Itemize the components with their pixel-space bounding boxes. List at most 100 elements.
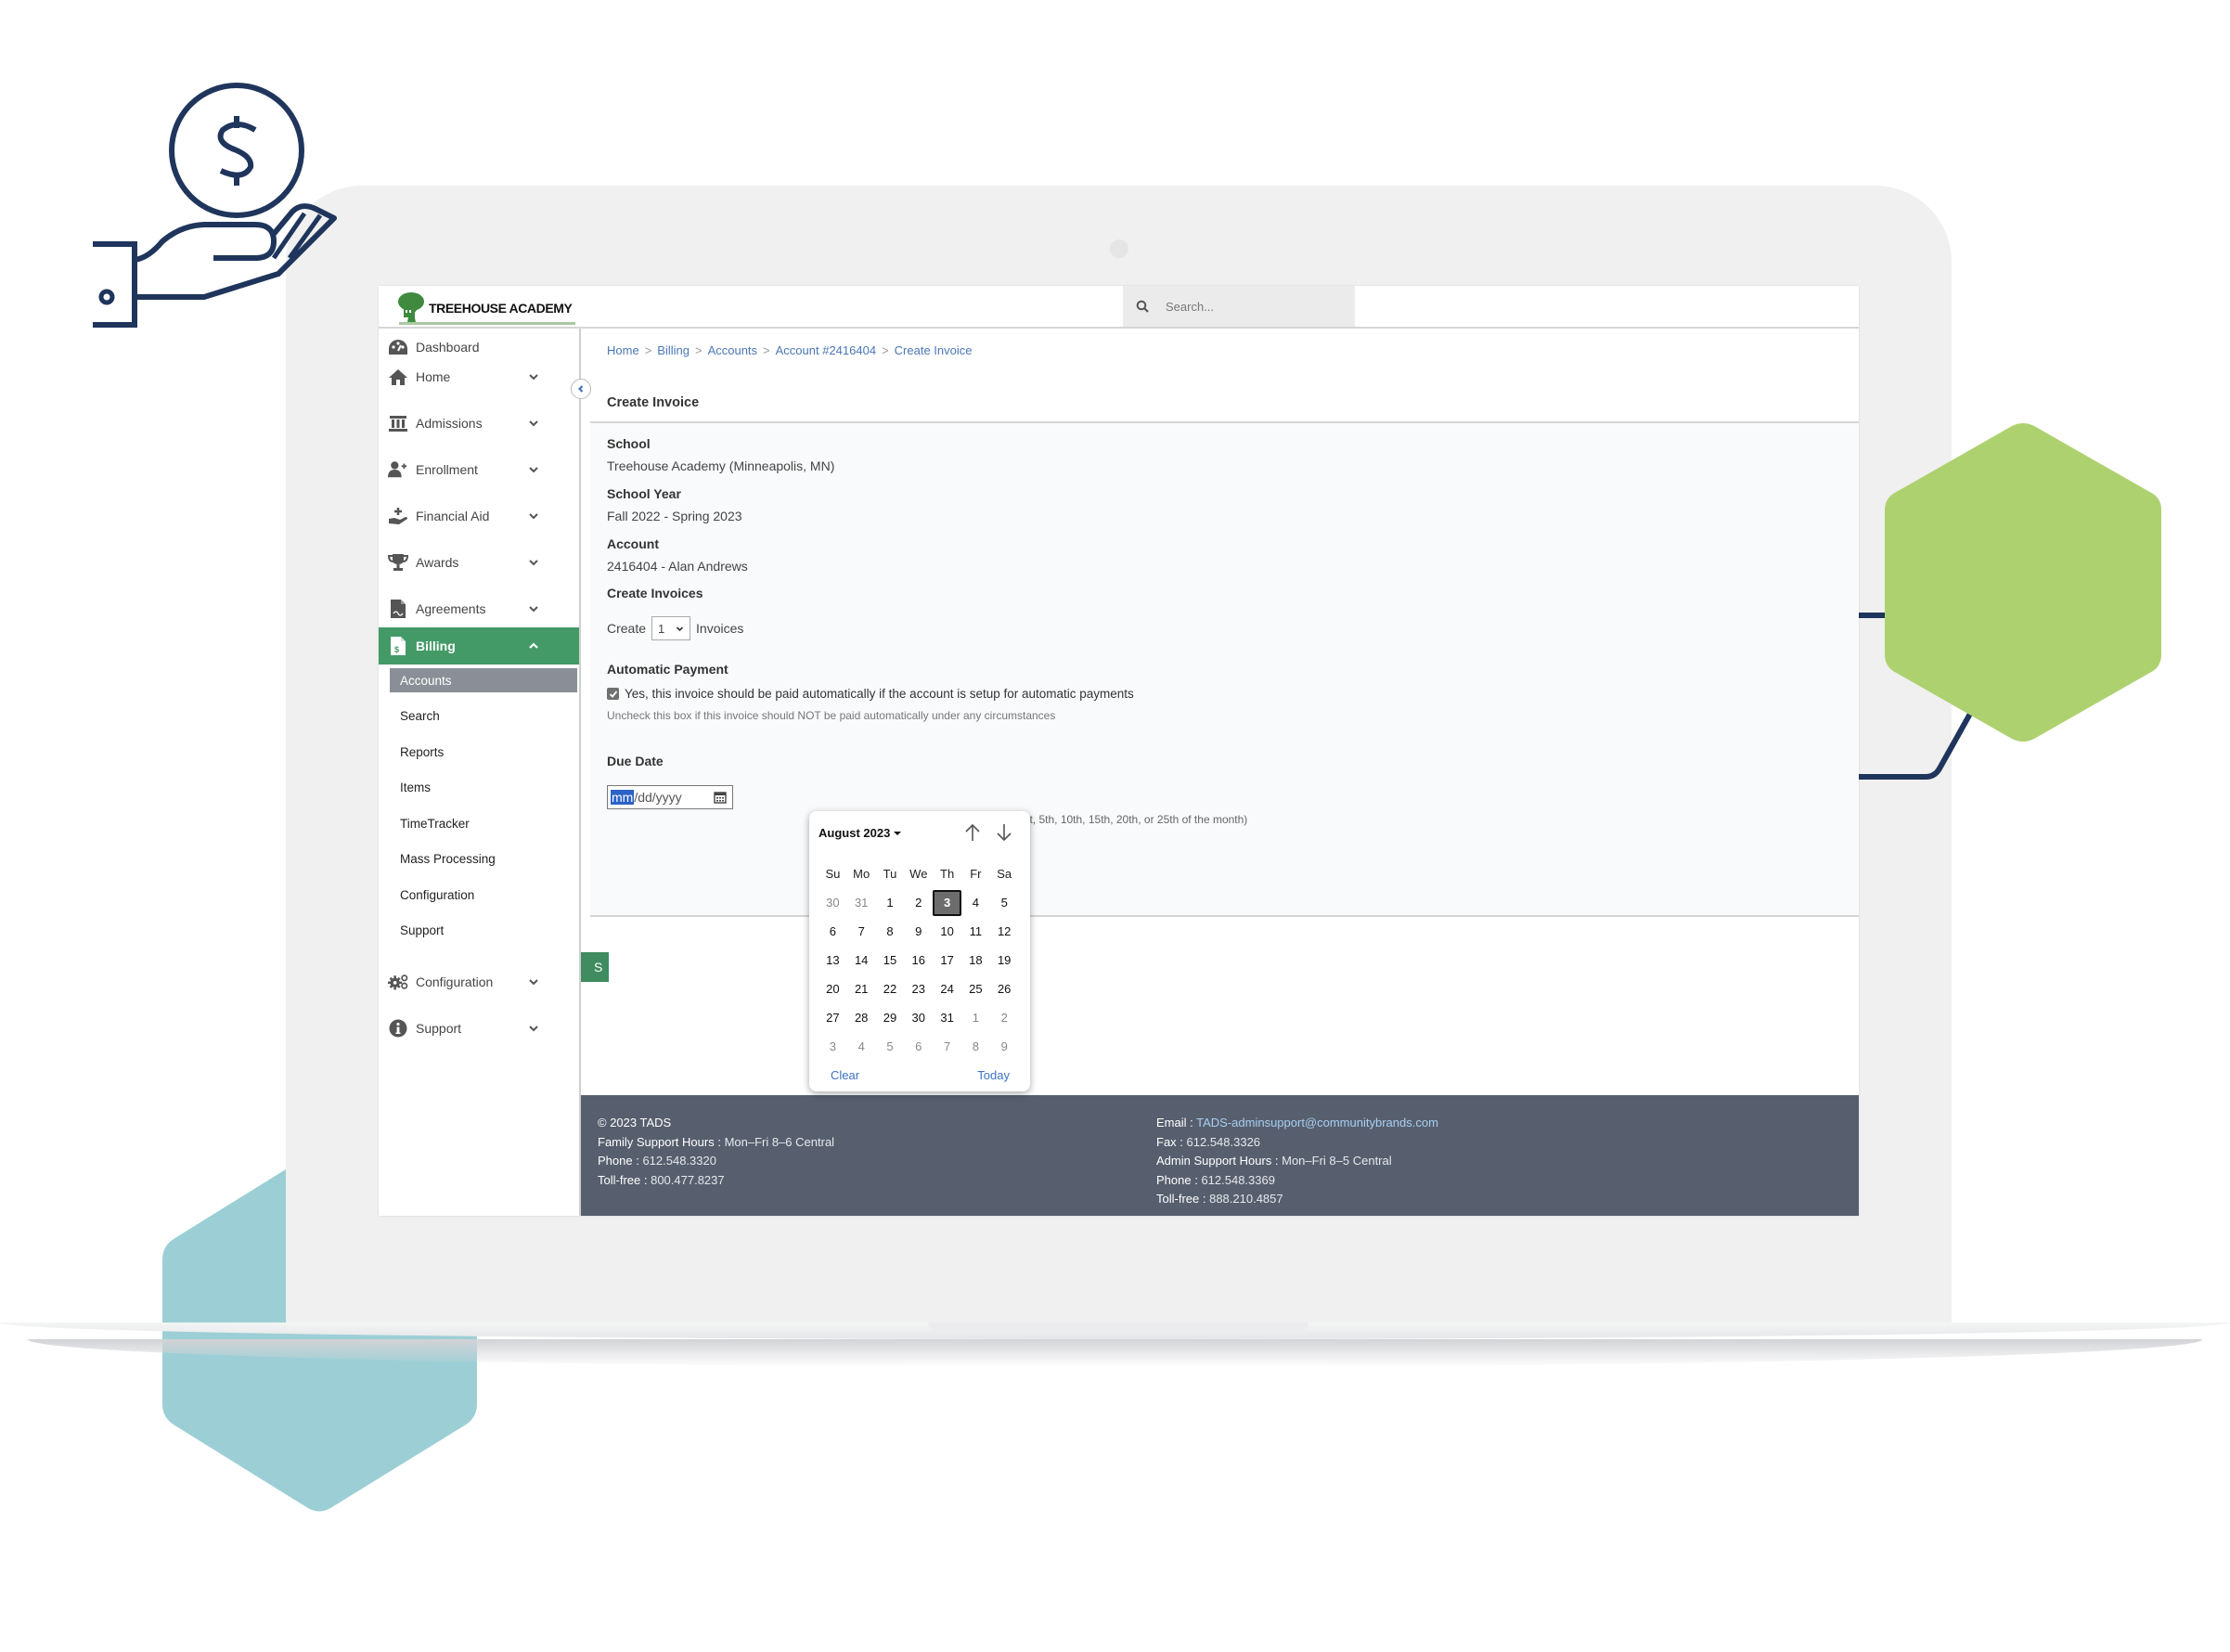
calendar-day[interactable]: 20 [819,976,847,1002]
calendar-day[interactable]: 1 [876,890,905,916]
calendar-day-other-month[interactable]: 9 [990,1034,1019,1060]
sidebar-subitem-items[interactable]: Items [390,775,579,799]
calendar-day-selected[interactable]: 3 [933,889,961,916]
breadcrumb-separator: > [763,343,770,357]
breadcrumb-home[interactable]: Home [607,343,639,357]
calendar-day-other-month[interactable]: 6 [904,1034,933,1060]
calendar-day[interactable]: 15 [876,948,905,974]
sidebar-item-configuration[interactable]: Configuration [379,963,579,1000]
date-picker-popup: August 2023 Su Mo Tu We Th Fr Sa 30 31 1 2 3 4 5 6 7 8 9… [809,811,1030,1091]
create-invoice-form: School Treehouse Academy (Minneapolis, M… [590,421,1859,917]
calendar-day[interactable]: 31 [933,1005,961,1031]
sidebar-item-label: Home [416,369,451,384]
previous-month-arrow-icon[interactable] [963,822,982,843]
calendar-day-other-month[interactable]: 30 [819,890,847,916]
calendar-day[interactable]: 8 [876,919,905,945]
sidebar-subitem-support[interactable]: Support [390,918,579,942]
weekday-label: Su [825,866,841,881]
collapse-sidebar-button[interactable] [571,379,591,399]
calendar-day-other-month[interactable]: 1 [961,1005,990,1031]
calendar-day[interactable]: 27 [819,1005,847,1031]
chevron-down-icon [529,513,538,520]
calendar-day[interactable]: 29 [876,1005,905,1031]
calendar-day[interactable]: 25 [961,976,990,1002]
calendar-day-other-month[interactable]: 8 [961,1034,990,1060]
calendar-day-other-month[interactable]: 3 [819,1034,847,1060]
calendar-day-other-month[interactable]: 7 [933,1034,961,1060]
next-month-arrow-icon[interactable] [995,822,1013,843]
calendar-day-other-month[interactable]: 4 [847,1034,876,1060]
sidebar-subitem-timetracker[interactable]: TimeTracker [390,811,579,835]
support-email-link[interactable]: TADS-adminsupport@communitybrands.com [1196,1116,1438,1129]
sidebar-subitem-search[interactable]: Search [390,703,579,728]
breadcrumb-current: Create Invoice [894,343,973,357]
calendar-day-other-month[interactable]: 2 [990,1005,1019,1031]
account-value: 2416404 - Alan Andrews [607,559,748,574]
calendar-icon[interactable] [714,791,727,804]
calendar-day[interactable]: 7 [847,919,876,945]
brand-logo[interactable]: TREEHOUSE ACADEMY [395,290,575,325]
calendar-day[interactable]: 10 [933,919,961,945]
calendar-day[interactable]: 9 [904,919,933,945]
calendar-day[interactable]: 2 [904,890,933,916]
automatic-payment-label: Automatic Payment [607,662,728,677]
calendar-day[interactable]: 21 [847,976,876,1002]
automatic-payment-checkbox[interactable] [607,688,619,700]
calendar-day[interactable]: 13 [819,948,847,974]
month-year-selector[interactable]: August 2023 [819,826,902,840]
chevron-down-icon [676,626,684,631]
calendar-day[interactable]: 17 [933,948,961,974]
sidebar-item-billing[interactable]: $ Billing [379,627,579,665]
calendar-day[interactable]: 28 [847,1005,876,1031]
weekday-label: Mo [853,866,870,881]
info-icon [388,1018,408,1039]
weekday-label: Th [940,866,955,881]
calendar-day[interactable]: 6 [819,919,847,945]
sidebar-item-label: Agreements [416,601,486,616]
sidebar-item-financial-aid[interactable]: Financial Aid [379,497,579,535]
calendar-day[interactable]: 12 [990,919,1019,945]
calendar-day[interactable]: 11 [961,919,990,945]
sidebar-item-agreements[interactable]: Agreements [379,590,579,627]
calendar-day[interactable]: 19 [990,948,1019,974]
calendar-day[interactable]: 23 [904,976,933,1002]
sidebar-item-admissions[interactable]: Admissions [379,405,579,442]
dashboard-icon [388,337,408,357]
sidebar-subitem-reports[interactable]: Reports [390,740,579,764]
clear-date-button[interactable]: Clear [831,1068,859,1082]
sidebar-subitem-configuration[interactable]: Configuration [390,883,579,907]
sidebar-subitem-accounts[interactable]: Accounts [390,668,577,692]
calendar-day[interactable]: 24 [933,976,961,1002]
submit-button[interactable]: S [581,952,609,982]
user-plus-icon [388,459,408,480]
breadcrumb-separator: > [694,343,703,357]
sidebar-item-support[interactable]: Support [379,1010,579,1047]
calendar-day[interactable]: 4 [961,890,990,916]
calendar-day-other-month[interactable]: 31 [847,890,876,916]
invoice-count-select[interactable]: 1 [651,616,691,640]
sidebar-item-home[interactable]: Home [379,358,579,395]
calendar-day[interactable]: 26 [990,976,1019,1002]
search-box[interactable] [1123,286,1355,327]
breadcrumb-billing[interactable]: Billing [657,343,690,357]
calendar-day[interactable]: 5 [990,890,1019,916]
calendar-day[interactable]: 22 [876,976,905,1002]
calendar-day[interactable]: 14 [847,948,876,974]
today-button[interactable]: Today [977,1068,1010,1082]
breadcrumb-accounts[interactable]: Accounts [708,343,757,357]
calendar-day[interactable]: 18 [961,948,990,974]
sidebar-item-enrollment[interactable]: Enrollment [379,451,579,488]
sidebar-subitem-mass-processing[interactable]: Mass Processing [390,846,579,871]
automatic-payment-text: Yes, this invoice should be paid automat… [625,687,1134,701]
weekday-header-row: Su Mo Tu We Th Fr Sa [819,859,1019,888]
sidebar-subitem-label: Items [400,780,432,794]
due-date-input[interactable]: mm/dd/yyyy [607,785,733,809]
chevron-left-icon [578,385,584,393]
calendar-day[interactable]: 30 [904,1005,933,1031]
calendar-day-other-month[interactable]: 5 [876,1034,905,1060]
top-bar: TREEHOUSE ACADEMY [379,286,1859,329]
calendar-day[interactable]: 16 [904,948,933,974]
search-input[interactable] [1164,298,1334,315]
breadcrumb-account[interactable]: Account #2416404 [776,343,876,357]
sidebar-item-awards[interactable]: Awards [379,544,579,581]
